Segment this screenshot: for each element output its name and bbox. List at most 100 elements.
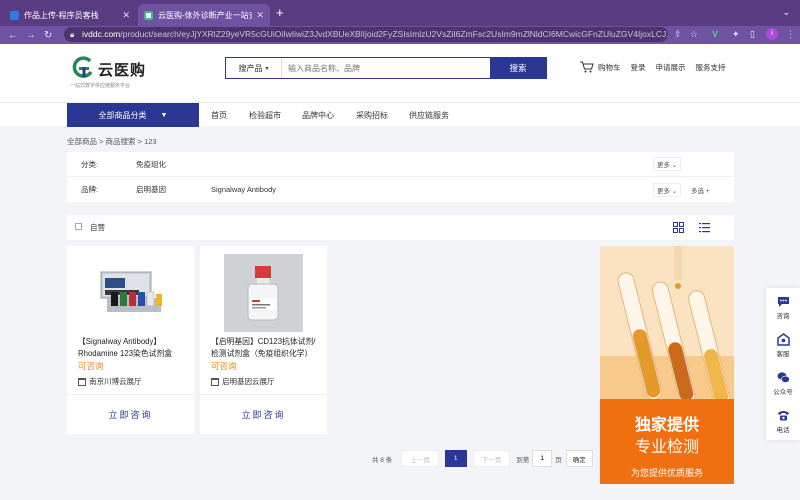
vue-extension-icon[interactable]: V [712, 29, 718, 39]
float-label: 咨询 [776, 312, 790, 320]
filter-option[interactable]: 启明基因 [136, 184, 166, 195]
nav-item-lab-market[interactable]: 检验超市 [249, 110, 281, 121]
product-price: 可咨询 [78, 361, 104, 371]
shop-label: 南京川博云展厅 [89, 377, 142, 386]
search-scope-select[interactable]: 搜产品 ▾ [226, 58, 282, 78]
sidebar-icon[interactable]: ▯ [750, 29, 755, 40]
more-button[interactable]: 更多 ⌄ [653, 157, 682, 171]
product-image[interactable] [91, 254, 170, 332]
search-input[interactable] [282, 58, 490, 78]
shop-name[interactable]: 南京川博云展厅 [78, 376, 142, 387]
shop-icon [78, 377, 86, 386]
goto-label: 到第 [516, 456, 530, 464]
nav-item-brand-center[interactable]: 品牌中心 [302, 110, 334, 121]
header-links: 购物车 登录 申请展示 服务支持 [580, 61, 736, 73]
logo-icon [72, 56, 93, 78]
phone-float-button[interactable]: 电话 [766, 402, 800, 440]
back-icon[interactable]: ← [8, 30, 18, 41]
tab-title: 云医购-体外诊断产业一站式服务 [158, 10, 252, 20]
customer-service-icon [776, 332, 790, 346]
reload-icon[interactable]: ↻ [44, 30, 52, 41]
profile-avatar[interactable]: i [766, 28, 778, 40]
confirm-page-button[interactable]: 确定 [565, 450, 593, 467]
url-field[interactable]: 🔒︎ ivddc.com/product/search/eyJjYXRlZ29y… [64, 27, 668, 42]
test-tubes-image [600, 246, 734, 399]
page-input[interactable] [532, 450, 553, 467]
multi-select-button[interactable]: 多选 + [691, 185, 710, 195]
page-unit-label: 页 [555, 456, 562, 464]
tab-title: 作品上传-程序员客栈 [24, 10, 99, 20]
url-path: /product/search/eyJjYXRlZ29yeVR5cGUiOiIw… [120, 29, 668, 39]
caret-down-icon: ▼ [160, 111, 168, 119]
self-operated-label: 自营 [90, 223, 105, 232]
multi-label: 多选 [691, 187, 704, 195]
service-float-button[interactable]: 客服 [766, 326, 800, 364]
all-categories-button[interactable]: 全部商品分类 ▼ [67, 103, 199, 127]
tab-search-icon[interactable]: ⌄ [782, 7, 790, 18]
pagination: 共 8 条 上一页 1 下一页 到第 页 确定 [372, 450, 593, 467]
search-bar: 搜产品 ▾ 搜索 [225, 57, 547, 79]
promo-banner[interactable]: 独家提供 专业检测 为您提供优质服务 [600, 246, 734, 484]
self-operated-checkbox[interactable] [75, 223, 82, 230]
cart-icon[interactable] [580, 61, 594, 73]
filter-label: 品牌: [81, 185, 99, 194]
grid-view-icon[interactable] [673, 222, 684, 233]
total-count: 共 8 条 [372, 456, 393, 464]
float-label: 电话 [776, 426, 790, 434]
search-scope-label: 搜产品 [238, 63, 263, 73]
float-label: 客服 [776, 350, 790, 358]
menu-icon[interactable]: ⋮ [786, 29, 795, 40]
consult-button[interactable]: 立即咨询 [67, 394, 194, 434]
page-number-current[interactable]: 1 [444, 450, 467, 467]
consult-float-button[interactable]: 咨询 [766, 288, 800, 326]
wechat-icon [777, 371, 790, 383]
chevron-down-icon: ▾ [265, 65, 269, 72]
share-icon[interactable]: ⇪ [674, 29, 682, 40]
nav-item-supply-chain[interactable]: 供应链服务 [409, 110, 449, 121]
extensions-icon[interactable]: ✦ [732, 29, 740, 40]
chat-icon [777, 296, 789, 307]
filter-option[interactable]: Signalway Antibody [211, 185, 276, 194]
close-icon[interactable]: ✕ [122, 10, 130, 21]
tab-favicon-icon [144, 10, 153, 20]
cart-link[interactable]: 购物车 [598, 62, 621, 73]
filter-panel: 分类: 免疫组化 更多 ⌄ 品牌: 启明基因 Signalway Antibod… [67, 152, 734, 202]
all-categories-label: 全部商品分类 [98, 110, 147, 120]
product-card[interactable]: 【启明基因】CD123抗体试剂/检测试剂盒（免疫组织化学） 可咨询 启明基因云展… [200, 246, 327, 434]
filter-option[interactable]: 免疫组化 [136, 159, 166, 170]
breadcrumb: 全部商品 > 商品搜索 > 123 [67, 137, 157, 146]
site-header: 云医购 一站式数字供应链服务平台 搜产品 ▾ 搜索 购物车 登录 申请展示 服务… [0, 44, 800, 102]
more-button[interactable]: 更多 ⌄ [653, 182, 682, 197]
browser-tab-1[interactable]: 作品上传-程序员客栈 ✕ [4, 4, 136, 26]
logo-name: 云医购 [98, 62, 147, 79]
next-page-button[interactable]: 下一页 [472, 450, 511, 467]
forward-icon[interactable]: → [26, 30, 36, 41]
apply-display-link[interactable]: 申请展示 [656, 62, 686, 73]
product-image[interactable] [224, 254, 303, 332]
wechat-float-button[interactable]: 公众号 [766, 364, 800, 402]
lock-icon: 🔒︎ [70, 30, 75, 39]
float-label: 公众号 [773, 388, 793, 396]
logo[interactable]: 云医购 一站式数字供应链服务平台 [70, 54, 180, 90]
new-tab-icon[interactable]: + [276, 5, 284, 20]
product-price: 可咨询 [211, 361, 237, 371]
login-link[interactable]: 登录 [631, 62, 646, 73]
product-title[interactable]: 【Signalway Antibody】Rhodamine 123染色试剂盒 [78, 336, 190, 360]
shop-name[interactable]: 启明基因云展厅 [211, 376, 275, 387]
list-view-icon[interactable] [699, 222, 710, 233]
product-title[interactable]: 【启明基因】CD123抗体试剂/检测试剂盒（免疫组织化学） [211, 336, 323, 360]
phone-icon [777, 410, 789, 420]
nav-item-home[interactable]: 首页 [211, 110, 227, 121]
browser-tab-2[interactable]: 云医购-体外诊断产业一站式服务 ✕ [138, 4, 270, 26]
search-button[interactable]: 搜索 [490, 58, 546, 78]
browser-tab-bar: 作品上传-程序员客栈 ✕ 云医购-体外诊断产业一站式服务 ✕ + ⌄ [0, 0, 800, 26]
tab-favicon-icon [10, 10, 19, 20]
star-icon[interactable]: ☆ [690, 29, 698, 40]
service-support-link[interactable]: 服务支持 [696, 62, 726, 73]
product-card[interactable]: 【Signalway Antibody】Rhodamine 123染色试剂盒 可… [67, 246, 194, 434]
close-icon[interactable]: ✕ [256, 10, 264, 21]
nav-item-procurement[interactable]: 采购招标 [356, 110, 388, 121]
logo-tagline: 一站式数字供应链服务平台 [70, 83, 131, 89]
consult-button[interactable]: 立即咨询 [200, 394, 327, 434]
prev-page-button[interactable]: 上一页 [401, 450, 439, 467]
